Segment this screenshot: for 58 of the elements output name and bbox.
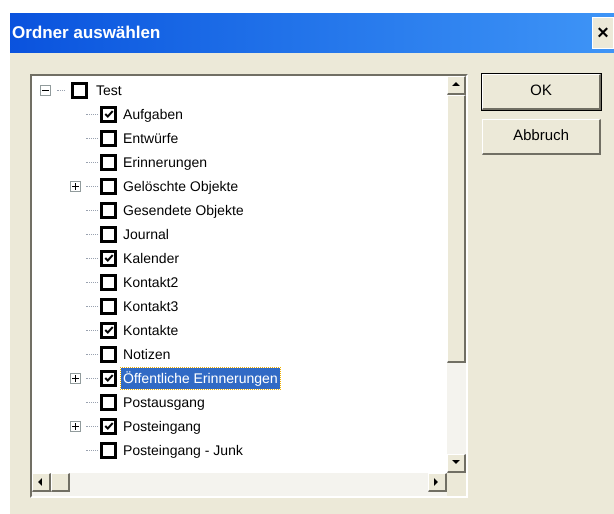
checkbox[interactable] <box>100 418 117 434</box>
tree-item-label[interactable]: Gesendete Objekte <box>121 200 246 220</box>
tree-item-label[interactable]: Kalender <box>121 248 182 268</box>
checkbox[interactable] <box>100 250 117 266</box>
tree-item-label[interactable]: Posteingang <box>121 416 203 436</box>
tree-item-label[interactable]: Test <box>94 80 122 100</box>
tree-item-label[interactable]: Postausgang <box>121 392 207 412</box>
vertical-scrollbar[interactable] <box>447 76 466 473</box>
expand-icon[interactable] <box>70 372 81 384</box>
checkbox[interactable] <box>100 322 117 338</box>
scrollbar-corner <box>447 473 466 496</box>
checkbox[interactable] <box>100 106 117 122</box>
tree-item-label[interactable]: Entwürfe <box>121 128 180 148</box>
scroll-arrow-button[interactable] <box>447 76 466 95</box>
checkbox[interactable] <box>100 442 117 458</box>
triangle-down-icon <box>452 459 460 467</box>
checkbox[interactable] <box>71 82 88 98</box>
tree-item-label[interactable]: Posteingang - Junk <box>121 440 245 460</box>
ok-button[interactable]: OK <box>482 74 601 110</box>
tree-item-label[interactable]: Journal <box>121 224 171 244</box>
tree-item-label[interactable]: Notizen <box>121 344 172 364</box>
scrollbar-thumb[interactable] <box>447 95 466 363</box>
checkbox[interactable] <box>100 370 117 386</box>
scroll-arrow-button[interactable] <box>32 473 51 492</box>
check-icon <box>104 373 114 383</box>
triangle-right-icon <box>433 478 441 486</box>
expand-icon[interactable] <box>70 180 81 192</box>
checkbox[interactable] <box>100 394 117 410</box>
check-icon <box>104 109 114 119</box>
tree-item-label[interactable]: Aufgaben <box>121 104 185 124</box>
expand-icon[interactable] <box>70 420 81 432</box>
checkbox[interactable] <box>100 178 117 194</box>
window-title: Ordner auswählen <box>12 22 160 44</box>
scroll-arrow-button[interactable] <box>428 473 447 492</box>
checkbox[interactable] <box>100 274 117 290</box>
check-icon <box>104 253 114 263</box>
check-icon <box>104 325 114 335</box>
checkbox[interactable] <box>100 202 117 218</box>
tree-item-label[interactable]: Öffentliche Erinnerungen <box>121 368 280 388</box>
check-icon <box>104 421 114 431</box>
checkbox[interactable] <box>100 346 117 362</box>
triangle-up-icon <box>452 81 460 89</box>
triangle-left-icon <box>37 478 45 486</box>
tree-item-label[interactable]: Erinnerungen <box>121 152 210 172</box>
scroll-arrow-button[interactable] <box>447 454 466 473</box>
tree-item-label[interactable]: Gelöschte Objekte <box>121 176 240 196</box>
tree-item-label[interactable]: Kontakt2 <box>121 272 180 292</box>
checkbox[interactable] <box>100 226 117 242</box>
tree-item-label[interactable]: Kontakte <box>121 320 180 340</box>
cancel-button[interactable]: Abbruch <box>482 119 601 155</box>
close-button[interactable]: × <box>592 17 614 49</box>
scrollbar-thumb[interactable] <box>51 473 70 492</box>
collapse-icon[interactable] <box>40 84 51 96</box>
checkbox[interactable] <box>100 298 117 314</box>
checkbox[interactable] <box>100 154 117 170</box>
checkbox[interactable] <box>100 130 117 146</box>
tree-item-label[interactable]: Kontakt3 <box>121 296 180 316</box>
horizontal-scrollbar[interactable] <box>32 473 447 496</box>
